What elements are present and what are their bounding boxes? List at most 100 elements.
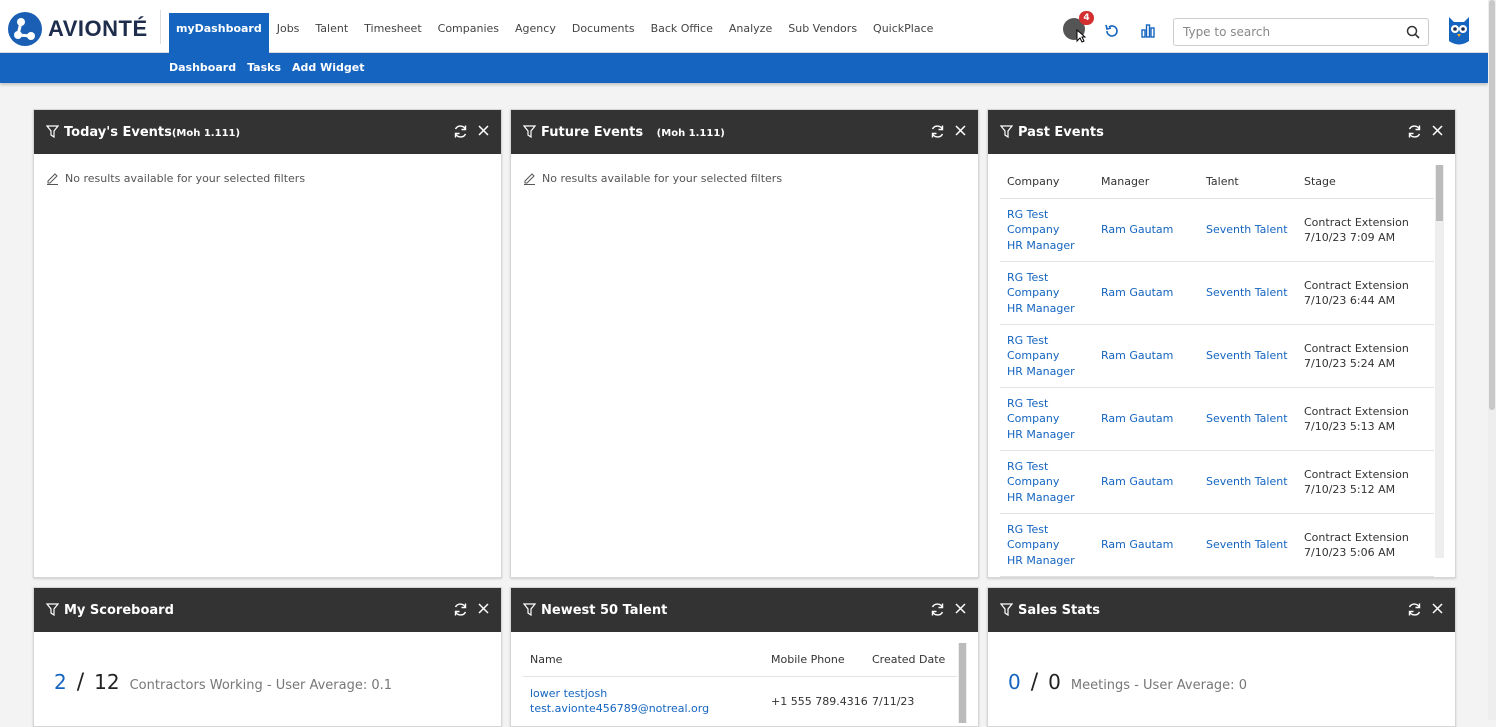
close-icon[interactable] [955, 603, 966, 614]
scrollbar-thumb[interactable] [1436, 165, 1443, 221]
table-row: RG Test Company HR Manager Ram Gautam Seve… [1000, 388, 1434, 451]
filter-icon[interactable] [46, 603, 59, 616]
talent-link[interactable]: Seventh Talent [1206, 285, 1304, 301]
talent-link[interactable]: Seventh Talent [1206, 474, 1304, 490]
close-icon[interactable] [955, 125, 966, 136]
history-icon[interactable] [1104, 23, 1120, 39]
stat-value[interactable]: 2 [54, 670, 67, 694]
filter-icon[interactable] [523, 603, 536, 616]
nav-companies[interactable]: Companies [430, 13, 507, 53]
notification-badge[interactable]: 4 [1079, 11, 1094, 25]
manager-link[interactable]: Ram Gautam [1101, 222, 1206, 238]
search-input[interactable] [1174, 19, 1394, 45]
company-link[interactable]: RG Test Company HR Manager [1000, 333, 1101, 380]
column-header-created-date[interactable]: Created Date [872, 653, 957, 666]
widget-newest-talent: Newest 50 Talent Name Mobile Phone Creat… [510, 587, 979, 727]
stat-label: Contractors Working - User Average: 0.1 [129, 678, 393, 693]
column-header-manager[interactable]: Manager [1101, 175, 1206, 188]
nav-jobs[interactable]: Jobs [269, 13, 308, 53]
column-header-name[interactable]: Name [523, 653, 771, 666]
widget-header: Past Events [988, 110, 1455, 154]
talent-link[interactable]: Seventh Talent [1206, 222, 1304, 238]
close-icon[interactable] [478, 125, 489, 136]
analytics-icon[interactable] [1140, 23, 1156, 39]
talent-link[interactable]: Seventh Talent [1206, 537, 1304, 553]
top-bar: AVIONTÉ myDashboard Jobs Talent Timeshee… [0, 0, 1488, 53]
subnav-tasks[interactable]: Tasks [247, 61, 281, 74]
refresh-icon[interactable] [453, 124, 468, 139]
stat-value[interactable]: 0 [1008, 670, 1021, 694]
table-scrollbar[interactable] [958, 643, 967, 723]
stage-cell: Contract Extension 7/10/23 5:06 AM [1304, 531, 1409, 559]
stat-separator: / [1030, 670, 1039, 695]
close-icon[interactable] [1432, 125, 1443, 136]
subnav-add-widget[interactable]: Add Widget [292, 61, 364, 74]
refresh-icon[interactable] [1407, 602, 1422, 617]
avionte-logo[interactable]: AVIONTÉ [8, 12, 148, 46]
close-icon[interactable] [1432, 603, 1443, 614]
nav-agency[interactable]: Agency [507, 13, 564, 53]
search-icon[interactable] [1406, 25, 1420, 39]
subnav-dashboard[interactable]: Dashboard [169, 61, 236, 74]
filter-icon[interactable] [523, 125, 536, 138]
nav-back-office[interactable]: Back Office [643, 13, 721, 53]
brand-name: AVIONTÉ [48, 16, 148, 41]
talent-link[interactable]: Seventh Talent [1206, 411, 1304, 427]
talent-name-link[interactable]: lower testjosh test.avionte456789@notrea… [523, 686, 771, 717]
widget-title: Future Events (Moh 1.111) [541, 125, 725, 140]
manager-link[interactable]: Ram Gautam [1101, 348, 1206, 364]
filter-icon[interactable] [1000, 603, 1013, 616]
company-link[interactable]: RG Test Company HR Manager [1000, 270, 1101, 317]
company-link[interactable]: RG Test Company HR Manager [1000, 396, 1101, 443]
widget-sales-stats: Sales Stats 0 / 0 Meetings - User Averag… [987, 587, 1456, 727]
widget-title: Sales Stats [1018, 603, 1100, 618]
stat-total: 12 [94, 670, 120, 694]
cursor-icon [1076, 29, 1086, 43]
column-header-mobile-phone[interactable]: Mobile Phone [771, 653, 872, 666]
scrollbar-thumb[interactable] [1489, 0, 1495, 410]
sub-nav: Dashboard Tasks Add Widget [0, 53, 1488, 83]
widget-header: Sales Stats [988, 588, 1455, 632]
manager-link[interactable]: Ram Gautam [1101, 285, 1206, 301]
scrollbar-thumb[interactable] [959, 643, 966, 723]
close-icon[interactable] [478, 603, 489, 614]
stat-total: 0 [1048, 670, 1061, 694]
widget-title: Past Events [1018, 125, 1104, 140]
filter-icon[interactable] [1000, 125, 1013, 138]
talent-link[interactable]: Seventh Talent [1206, 348, 1304, 364]
manager-link[interactable]: Ram Gautam [1101, 411, 1206, 427]
column-header-company[interactable]: Company [1000, 175, 1101, 188]
column-header-stage[interactable]: Stage [1304, 174, 1434, 189]
company-link[interactable]: RG Test Company HR Manager [1000, 459, 1101, 506]
refresh-icon[interactable] [453, 602, 468, 617]
nav-analyze[interactable]: Analyze [721, 13, 780, 53]
refresh-icon[interactable] [930, 602, 945, 617]
filter-icon[interactable] [46, 125, 59, 138]
pencil-icon [47, 173, 58, 185]
nav-talent[interactable]: Talent [307, 13, 356, 53]
column-header-talent[interactable]: Talent [1206, 175, 1304, 188]
nav-sub-vendors[interactable]: Sub Vendors [780, 13, 865, 53]
stage-cell: Contract Extension 7/10/23 5:13 AM [1304, 405, 1409, 433]
divider [160, 10, 161, 44]
company-link[interactable]: RG Test Company HR Manager [1000, 207, 1101, 254]
manager-link[interactable]: Ram Gautam [1101, 474, 1206, 490]
scoreboard-stat: 2 / 12 Contractors Working - User Averag… [54, 670, 392, 695]
widget-header: My Scoreboard [34, 588, 501, 632]
global-search [1173, 18, 1429, 46]
empty-message: No results available for your selected f… [542, 172, 783, 185]
empty-state: No results available for your selected f… [46, 172, 305, 185]
stage-cell: Contract Extension 7/10/23 5:12 AM [1304, 468, 1409, 496]
nav-documents[interactable]: Documents [564, 13, 643, 53]
refresh-icon[interactable] [1407, 124, 1422, 139]
widget-title: My Scoreboard [64, 603, 174, 618]
nav-timesheet[interactable]: Timesheet [356, 13, 429, 53]
page-scrollbar[interactable] [1488, 0, 1496, 720]
company-link[interactable]: RG Test Company HR Manager [1000, 522, 1101, 569]
nav-mydashboard[interactable]: myDashboard [169, 13, 269, 53]
nav-quickplace[interactable]: QuickPlace [865, 13, 941, 53]
table-scrollbar[interactable] [1435, 165, 1444, 558]
refresh-icon[interactable] [930, 124, 945, 139]
manager-link[interactable]: Ram Gautam [1101, 537, 1206, 553]
owl-assistant-icon[interactable] [1447, 15, 1471, 47]
